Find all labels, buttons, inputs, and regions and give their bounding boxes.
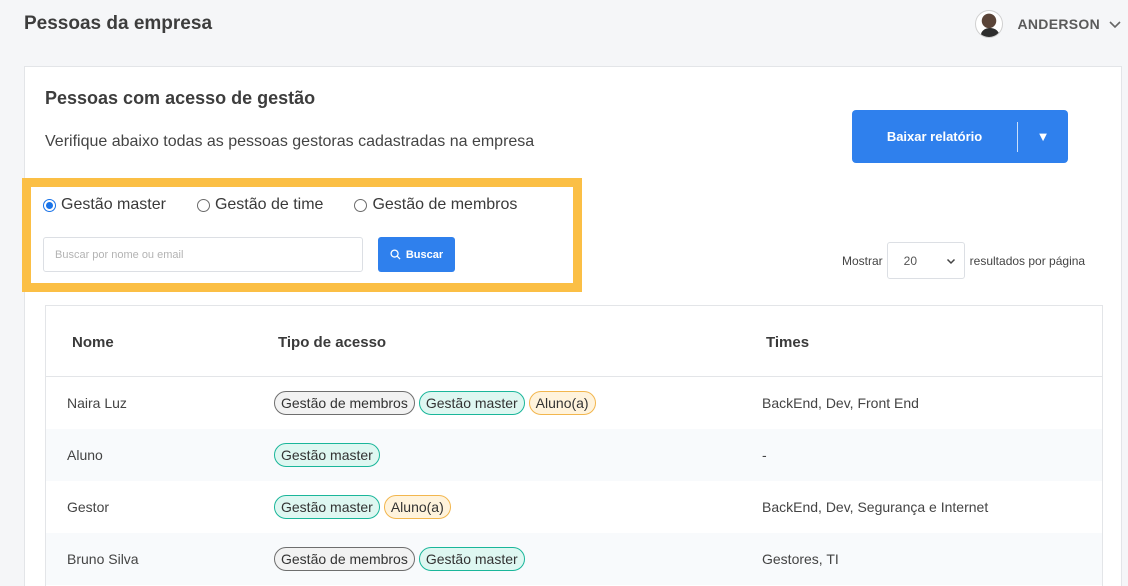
radio-button[interactable] <box>43 198 56 212</box>
page-title: Pessoas da empresa <box>24 13 213 34</box>
avatar[interactable] <box>975 10 1004 38</box>
cell-times: BackEnd, Dev, Front End <box>762 395 919 411</box>
cell-nome: Gestor <box>67 499 110 515</box>
radio-gestao-master[interactable]: Gestão master <box>43 196 166 214</box>
access-badge-membros: Gestão de membros <box>274 547 415 571</box>
radio-label[interactable]: Gestão de membros <box>372 196 517 214</box>
access-badge-master: Gestão master <box>274 495 380 519</box>
access-badge-aluno: Aluno(a) <box>383 495 451 519</box>
search-button-label[interactable]: Buscar <box>406 249 443 261</box>
user-name[interactable]: ANDERSON <box>1017 16 1100 32</box>
search-button[interactable]: Buscar <box>378 237 455 272</box>
cell-times: Gestores, TI <box>762 551 839 567</box>
cell-nome: Naira Luz <box>67 395 127 411</box>
cell-nome: Aluno <box>67 447 103 463</box>
search-input[interactable] <box>43 237 363 272</box>
table-row: Aluno Gestão master - <box>46 429 1102 481</box>
pager-suffix: resultados por página <box>969 253 1086 268</box>
access-badge-master: Gestão master <box>418 547 525 571</box>
radio-gestao-de-membros[interactable]: Gestão de membros <box>354 196 517 214</box>
table-row: Naira Luz Gestão de membros Gestão master A… <box>46 377 1102 429</box>
results-per-page: Mostrar 20 resultados por página <box>842 242 1085 279</box>
caret-down-icon[interactable]: ▼ <box>1018 129 1068 144</box>
radio-label[interactable]: Gestão master <box>61 196 166 214</box>
per-page-select[interactable]: 20 <box>886 242 965 279</box>
filter-panel: Gestão master Gestão de time Gestão de m… <box>22 178 582 292</box>
access-badge-master: Gestão master <box>274 443 380 467</box>
cell-times: - <box>762 447 767 463</box>
pager-prefix: Mostrar <box>842 253 883 268</box>
column-header-times: Times <box>766 334 810 351</box>
cell-tipo-de-acesso: Gestão de membros Gestão master Aluno(a) <box>274 377 600 429</box>
access-badge-membros: Gestão de membros <box>274 391 415 415</box>
per-page-value[interactable]: 20 <box>904 254 917 268</box>
access-type-radio-group: Gestão master Gestão de time Gestão de m… <box>43 196 517 214</box>
managers-table: Nome Tipo de acesso Times Naira Luz Gestã… <box>45 305 1103 586</box>
table-header: Nome Tipo de acesso Times <box>46 306 1102 377</box>
cell-tipo-de-acesso: Gestão master <box>274 429 384 481</box>
radio-button[interactable] <box>196 198 210 212</box>
search-icon <box>390 249 401 260</box>
cell-times: BackEnd, Dev, Segurança e Internet <box>762 499 989 515</box>
download-report-button[interactable]: Baixar relatório ▼ <box>852 110 1068 163</box>
card-description: Verifique abaixo todas as pessoas gestor… <box>45 133 535 150</box>
chevron-down-icon[interactable] <box>946 256 956 266</box>
table-row: Gestor Gestão master Aluno(a) BackEnd, Dev,… <box>46 481 1102 533</box>
download-report-label[interactable]: Baixar relatório <box>852 129 1017 144</box>
top-bar: Pessoas da empresa ANDERSON <box>0 0 1128 50</box>
column-header-tipo-de-acesso: Tipo de acesso <box>278 334 387 351</box>
access-badge-master: Gestão master <box>418 391 525 415</box>
managers-card: Pessoas com acesso de gestão Verifique a… <box>22 66 1122 586</box>
card-title: Pessoas com acesso de gestão <box>45 88 316 108</box>
cell-nome: Bruno Silva <box>67 551 139 567</box>
table-body: Naira Luz Gestão de membros Gestão master A… <box>46 377 1102 585</box>
column-header-nome: Nome <box>72 334 114 351</box>
radio-label[interactable]: Gestão de time <box>215 196 324 214</box>
table-row: Bruno Silva Gestão de membros Gestão maste… <box>46 533 1102 585</box>
radio-button[interactable] <box>354 198 368 212</box>
cell-tipo-de-acesso: Gestão de membros Gestão master <box>274 533 529 585</box>
cell-tipo-de-acesso: Gestão master Aluno(a) <box>274 481 455 533</box>
user-menu[interactable]: ANDERSON <box>975 10 1122 38</box>
access-badge-aluno: Aluno(a) <box>528 391 596 415</box>
radio-gestao-de-time[interactable]: Gestão de time <box>196 196 324 214</box>
chevron-down-icon[interactable] <box>1108 17 1122 31</box>
